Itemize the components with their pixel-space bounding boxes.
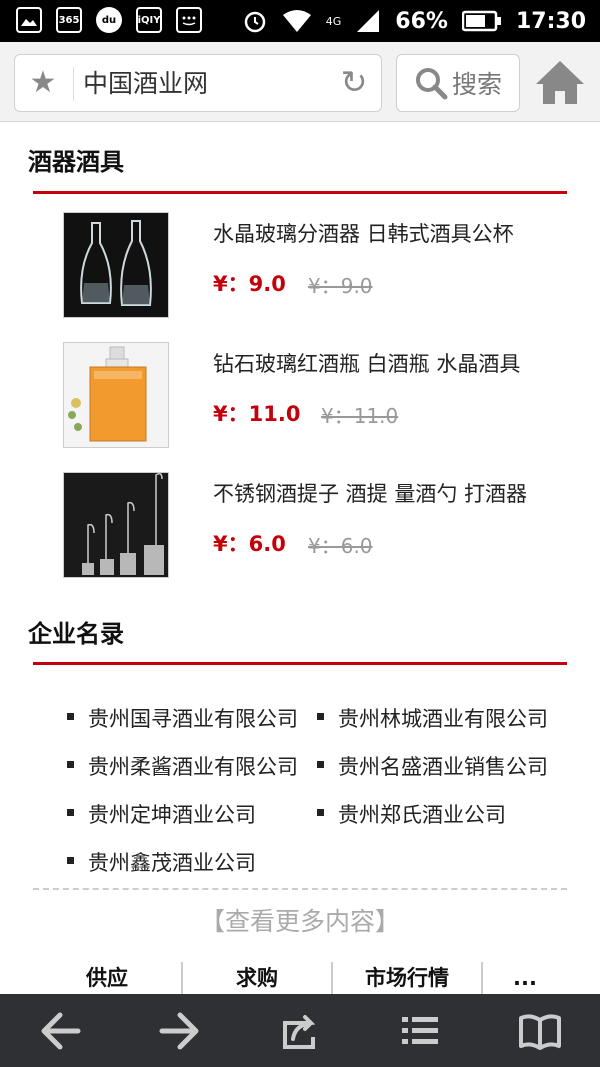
tab-purchase[interactable]: 求购 — [183, 962, 333, 994]
product-original-price: ¥：9.0 — [308, 274, 373, 298]
product-item[interactable]: 钻石玻璃红酒瓶 白酒瓶 水晶酒具 ¥：11.0 ¥：11.0 — [63, 342, 563, 448]
battery-icon — [461, 10, 501, 32]
book-icon — [519, 1013, 561, 1050]
product-price: ¥：6.0 — [213, 532, 286, 556]
signal-icon — [357, 10, 380, 32]
clock: 17:30 — [515, 8, 586, 34]
bookmark-star-icon[interactable]: ★ — [27, 67, 59, 99]
bullet — [67, 809, 74, 816]
tab-more[interactable]: ... — [483, 962, 567, 994]
product-image[interactable] — [63, 212, 169, 318]
dashed-divider — [33, 888, 567, 890]
menu-icon — [402, 1016, 438, 1044]
product-name[interactable]: 不锈钢酒提子 酒提 量酒勺 打酒器 — [213, 478, 546, 508]
address-bar[interactable]: ★ 中国酒业网 ↻ — [14, 54, 382, 112]
home-icon — [536, 61, 584, 104]
bookmarks-button[interactable] — [510, 1001, 570, 1061]
notification-icons: 365 du iQIY — [16, 7, 202, 33]
status-bar: 365 du iQIY 4G 66% 17:30 — [0, 0, 600, 42]
network-type: 4G — [325, 14, 342, 28]
divider — [73, 67, 74, 101]
company-link[interactable]: 贵州柔酱酒业有限公司 — [88, 751, 313, 781]
section-title-drinkware: 酒器酒具 — [28, 148, 124, 176]
product-price: ¥：11.0 — [213, 402, 301, 426]
product-original-price: ¥：6.0 — [308, 534, 373, 558]
home-button[interactable] — [534, 56, 586, 108]
company-link[interactable]: 贵州鑫茂酒业公司 — [88, 847, 313, 877]
company-link[interactable]: 贵州林城酒业有限公司 — [338, 703, 563, 733]
search-button[interactable]: 搜索 — [396, 54, 520, 112]
section-underline — [33, 191, 567, 194]
forward-button[interactable] — [150, 1001, 210, 1061]
back-button[interactable] — [30, 1001, 90, 1061]
tab-supply[interactable]: 供应 — [33, 962, 183, 994]
iqiyi-icon: iQIY — [136, 7, 162, 33]
product-image[interactable] — [63, 342, 169, 448]
company-link[interactable]: 贵州名盛酒业销售公司 — [338, 751, 563, 781]
arrow-right-icon — [159, 1012, 199, 1049]
share-icon — [283, 1014, 316, 1049]
product-item[interactable]: 水晶玻璃分酒器 日韩式酒具公杯 ¥：9.0 ¥：9.0 — [63, 212, 563, 318]
message-icon — [176, 7, 202, 33]
bullet — [67, 713, 74, 720]
product-name[interactable]: 钻石玻璃红酒瓶 白酒瓶 水晶酒具 — [213, 348, 546, 378]
search-icon — [415, 68, 448, 100]
arrow-left-icon — [41, 1012, 81, 1049]
battery-percent: 66% — [395, 8, 448, 34]
bullet — [67, 761, 74, 768]
company-link[interactable]: 贵州定坤酒业公司 — [88, 799, 313, 829]
view-more-link[interactable]: 【查看更多内容】 — [0, 902, 600, 938]
browser-bottom-bar — [0, 994, 600, 1067]
product-price: ¥：9.0 — [213, 272, 286, 296]
browser-toolbar: ★ 中国酒业网 ↻ 搜索 — [0, 42, 600, 122]
menu-button[interactable] — [390, 1001, 450, 1061]
category-tabs: 供应 求购 市场行情 ... — [33, 962, 567, 994]
share-button[interactable] — [270, 1001, 330, 1061]
bullet — [317, 761, 324, 768]
bullet — [317, 713, 324, 720]
address-text[interactable]: 中国酒业网 — [83, 68, 208, 100]
section-title-directory: 企业名录 — [28, 620, 124, 648]
product-original-price: ¥：11.0 — [321, 404, 399, 428]
section-underline — [33, 662, 567, 665]
company-link[interactable]: 贵州国寻酒业有限公司 — [88, 703, 313, 733]
alarm-icon — [244, 11, 266, 33]
system-status: 4G 66% 17:30 — [242, 0, 586, 42]
tab-market[interactable]: 市场行情 — [333, 962, 483, 994]
company-link[interactable]: 贵州郑氏酒业公司 — [338, 799, 563, 829]
bullet — [67, 857, 74, 864]
product-item[interactable]: 不锈钢酒提子 酒提 量酒勺 打酒器 ¥：6.0 ¥：6.0 — [63, 472, 563, 578]
reload-icon[interactable]: ↻ — [337, 65, 371, 99]
gallery-icon — [16, 7, 42, 33]
wifi-icon — [282, 10, 311, 32]
search-label: 搜索 — [451, 70, 502, 99]
app-365-icon: 365 — [56, 7, 82, 33]
product-image[interactable] — [63, 472, 169, 578]
bullet — [317, 809, 324, 816]
product-name[interactable]: 水晶玻璃分酒器 日韩式酒具公杯 — [213, 218, 546, 248]
du-app-icon: du — [96, 7, 122, 33]
